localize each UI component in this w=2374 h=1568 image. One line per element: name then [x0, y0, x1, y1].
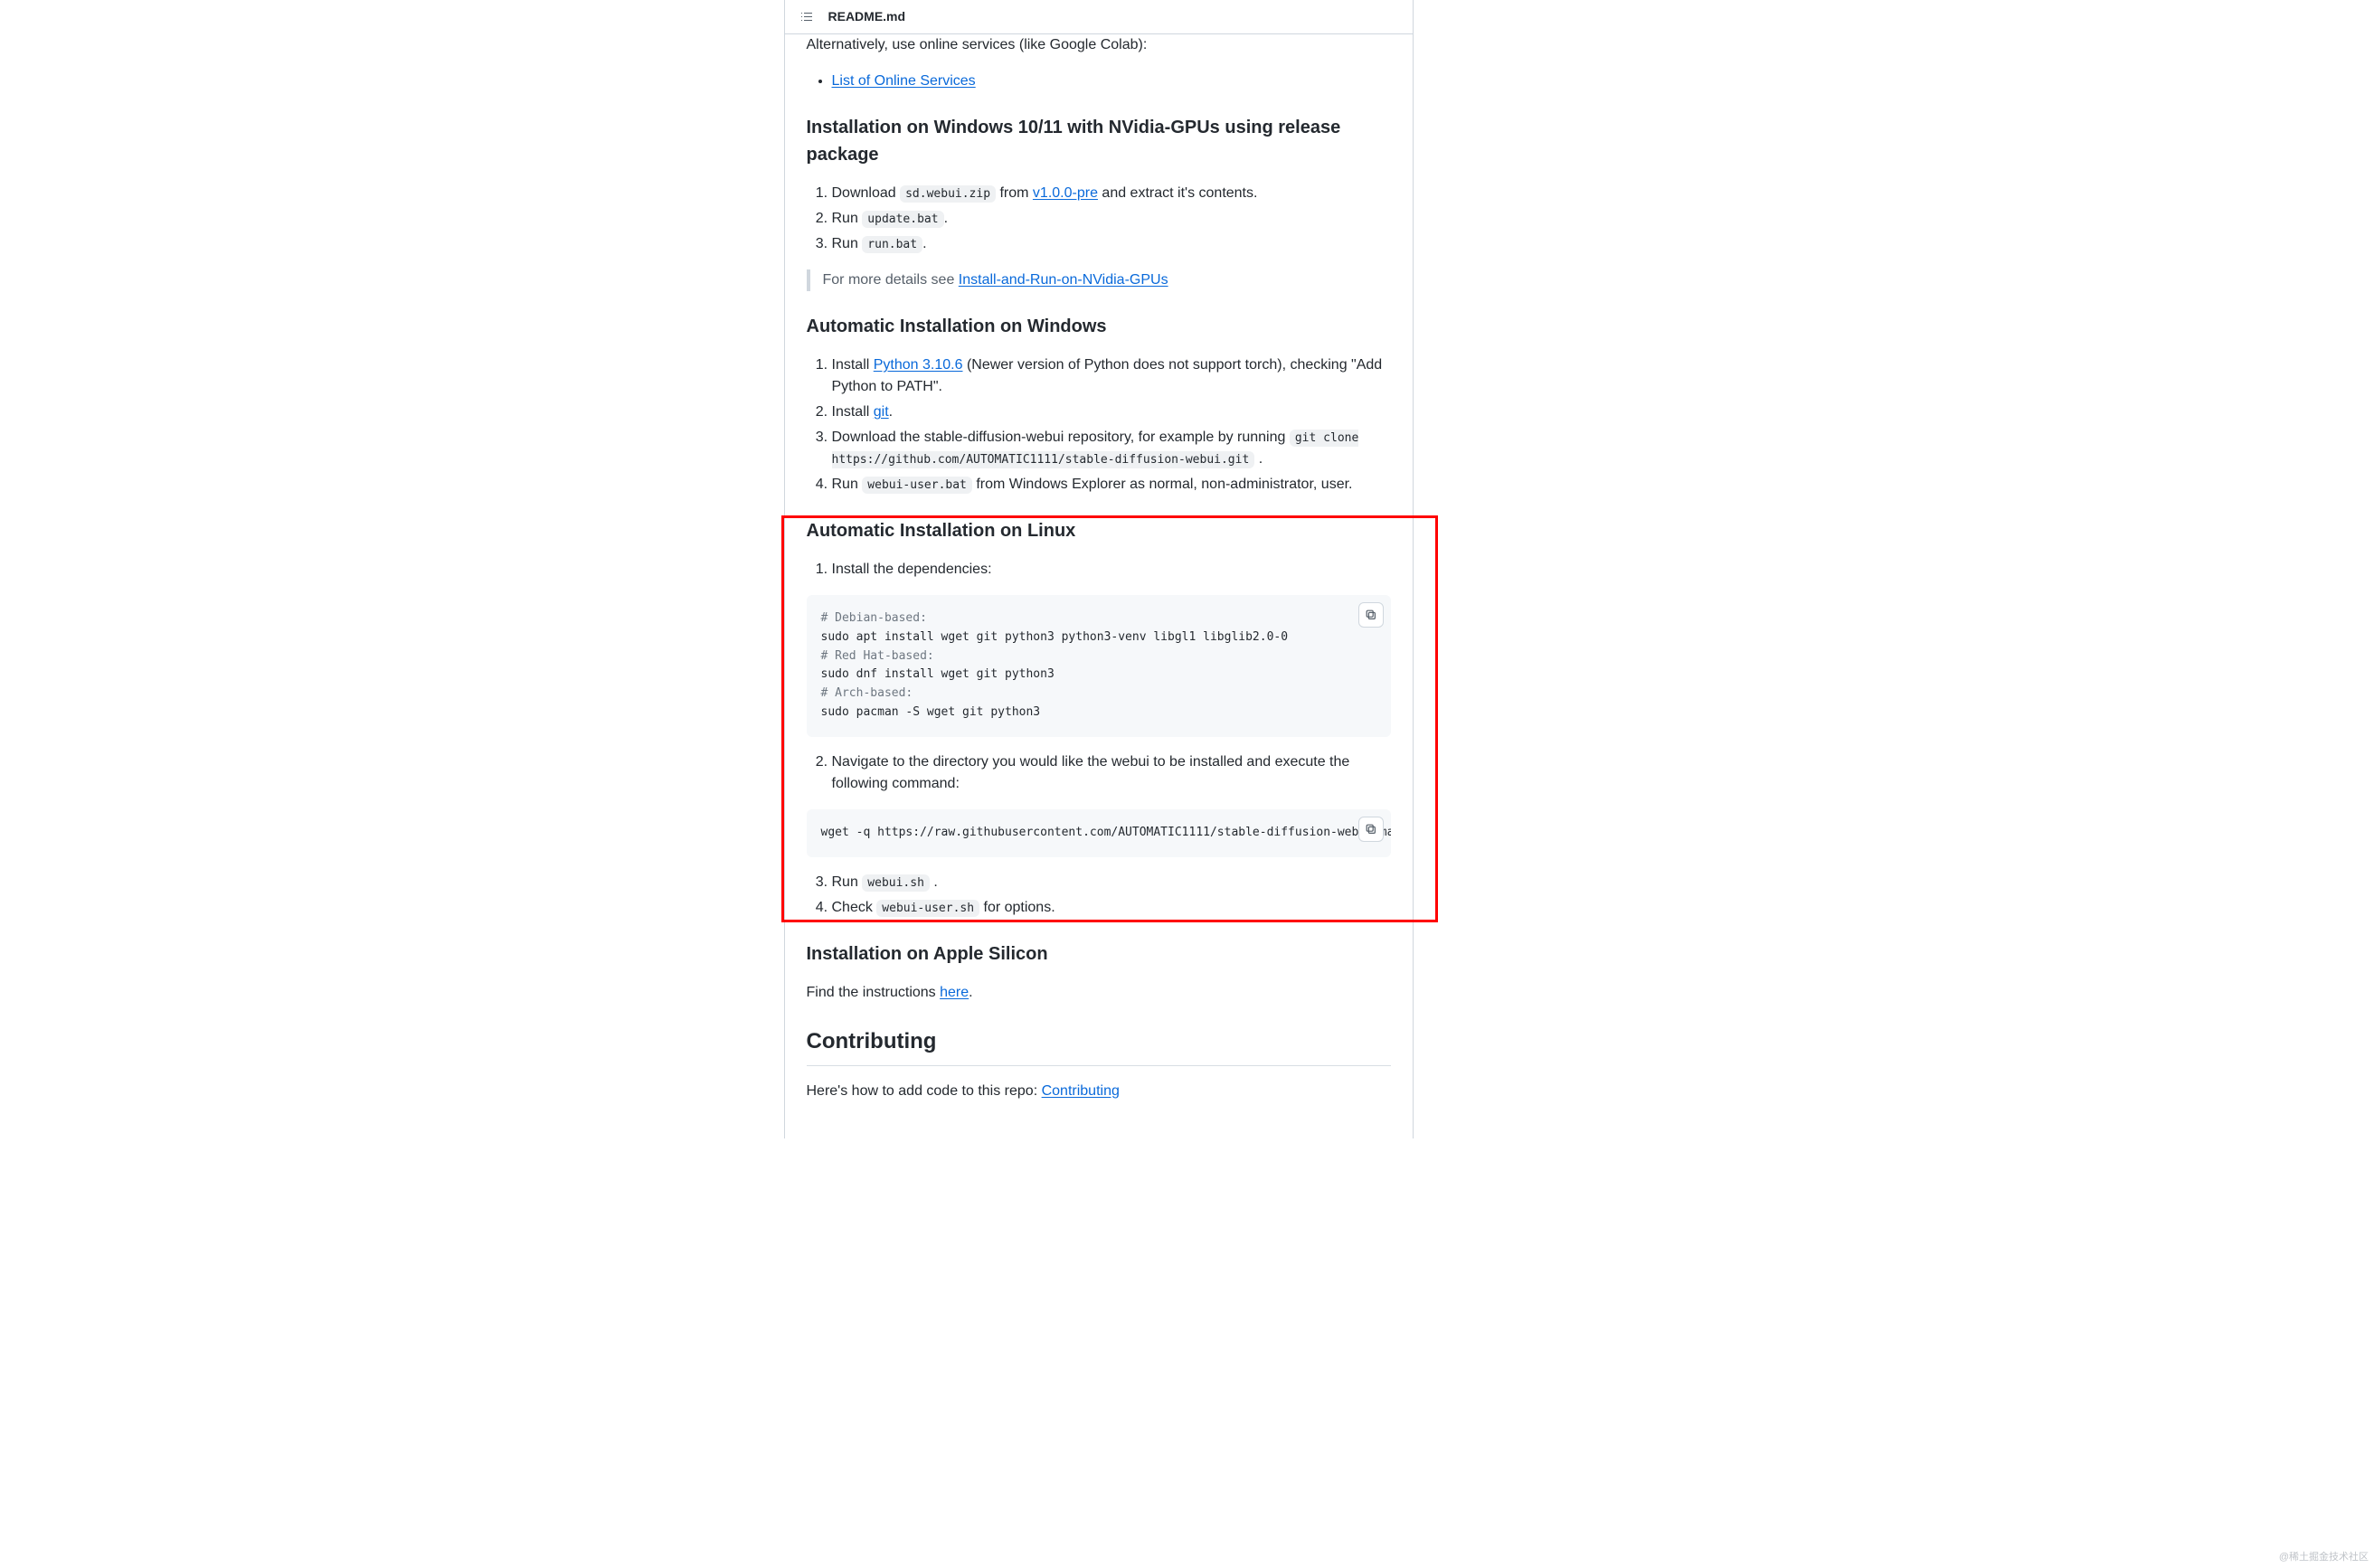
list-item: Run webui-user.bat from Windows Explorer…	[832, 474, 1391, 496]
link-git[interactable]: git	[874, 404, 889, 420]
code-block-linux-deps: # Debian-based: sudo apt install wget gi…	[807, 595, 1391, 737]
heading-linux-auto: Automatic Installation on Linux	[807, 517, 1391, 544]
heading-apple-silicon: Installation on Apple Silicon	[807, 940, 1391, 968]
list-item: Run webui.sh .	[832, 872, 1391, 893]
blockquote-more-details: For more details see Install-and-Run-on-…	[807, 269, 1391, 291]
inline-code: webui.sh	[862, 874, 930, 892]
link-install-run-nvidia[interactable]: Install-and-Run-on-NVidia-GPUs	[959, 272, 1168, 288]
link-contributing[interactable]: Contributing	[1042, 1083, 1120, 1099]
paragraph-alt-services: Alternatively, use online services (like…	[807, 34, 1391, 56]
watermark-text: @稀土掘金技术社区	[2279, 1550, 2369, 1565]
copy-button[interactable]	[1358, 817, 1384, 842]
readme-filename[interactable]: README.md	[828, 7, 906, 26]
inline-code: webui-user.sh	[876, 900, 979, 917]
readme-header-bar: README.md	[785, 0, 1413, 34]
heading-contributing: Contributing	[807, 1025, 1391, 1066]
list-item: List of Online Services	[832, 71, 1391, 92]
list-item: Download the stable-diffusion-webui repo…	[832, 427, 1391, 470]
link-python[interactable]: Python 3.10.6	[874, 357, 963, 373]
toc-icon[interactable]	[799, 10, 814, 24]
link-apple-here[interactable]: here	[940, 985, 969, 1000]
list-item: Install Python 3.10.6 (Newer version of …	[832, 354, 1391, 398]
readme-container: README.md Alternatively, use online serv…	[784, 0, 1414, 1138]
copy-button[interactable]	[1358, 602, 1384, 628]
list-item: Run update.bat.	[832, 208, 1391, 230]
list-item: Install the dependencies:	[832, 559, 1391, 581]
code-block-linux-wget: wget -q https://raw.githubusercontent.co…	[807, 809, 1391, 857]
list-item: Navigate to the directory you would like…	[832, 751, 1391, 795]
heading-win-auto: Automatic Installation on Windows	[807, 313, 1391, 340]
inline-code: sd.webui.zip	[900, 185, 996, 203]
paragraph-apple: Find the instructions here.	[807, 982, 1391, 1004]
inline-code: update.bat	[862, 211, 943, 228]
paragraph-contrib: Here's how to add code to this repo: Con…	[807, 1081, 1391, 1102]
list-item: Download sd.webui.zip from v1.0.0-pre an…	[832, 183, 1391, 204]
inline-code: webui-user.bat	[862, 477, 972, 494]
list-item: Check webui-user.sh for options.	[832, 897, 1391, 919]
list-item: Run run.bat.	[832, 233, 1391, 255]
link-online-services[interactable]: List of Online Services	[832, 73, 976, 89]
inline-code: run.bat	[862, 236, 922, 253]
list-item: Install git.	[832, 401, 1391, 423]
heading-win-release: Installation on Windows 10/11 with NVidi…	[807, 114, 1391, 168]
link-v100pre[interactable]: v1.0.0-pre	[1033, 185, 1098, 201]
readme-body: Alternatively, use online services (like…	[785, 34, 1413, 1138]
